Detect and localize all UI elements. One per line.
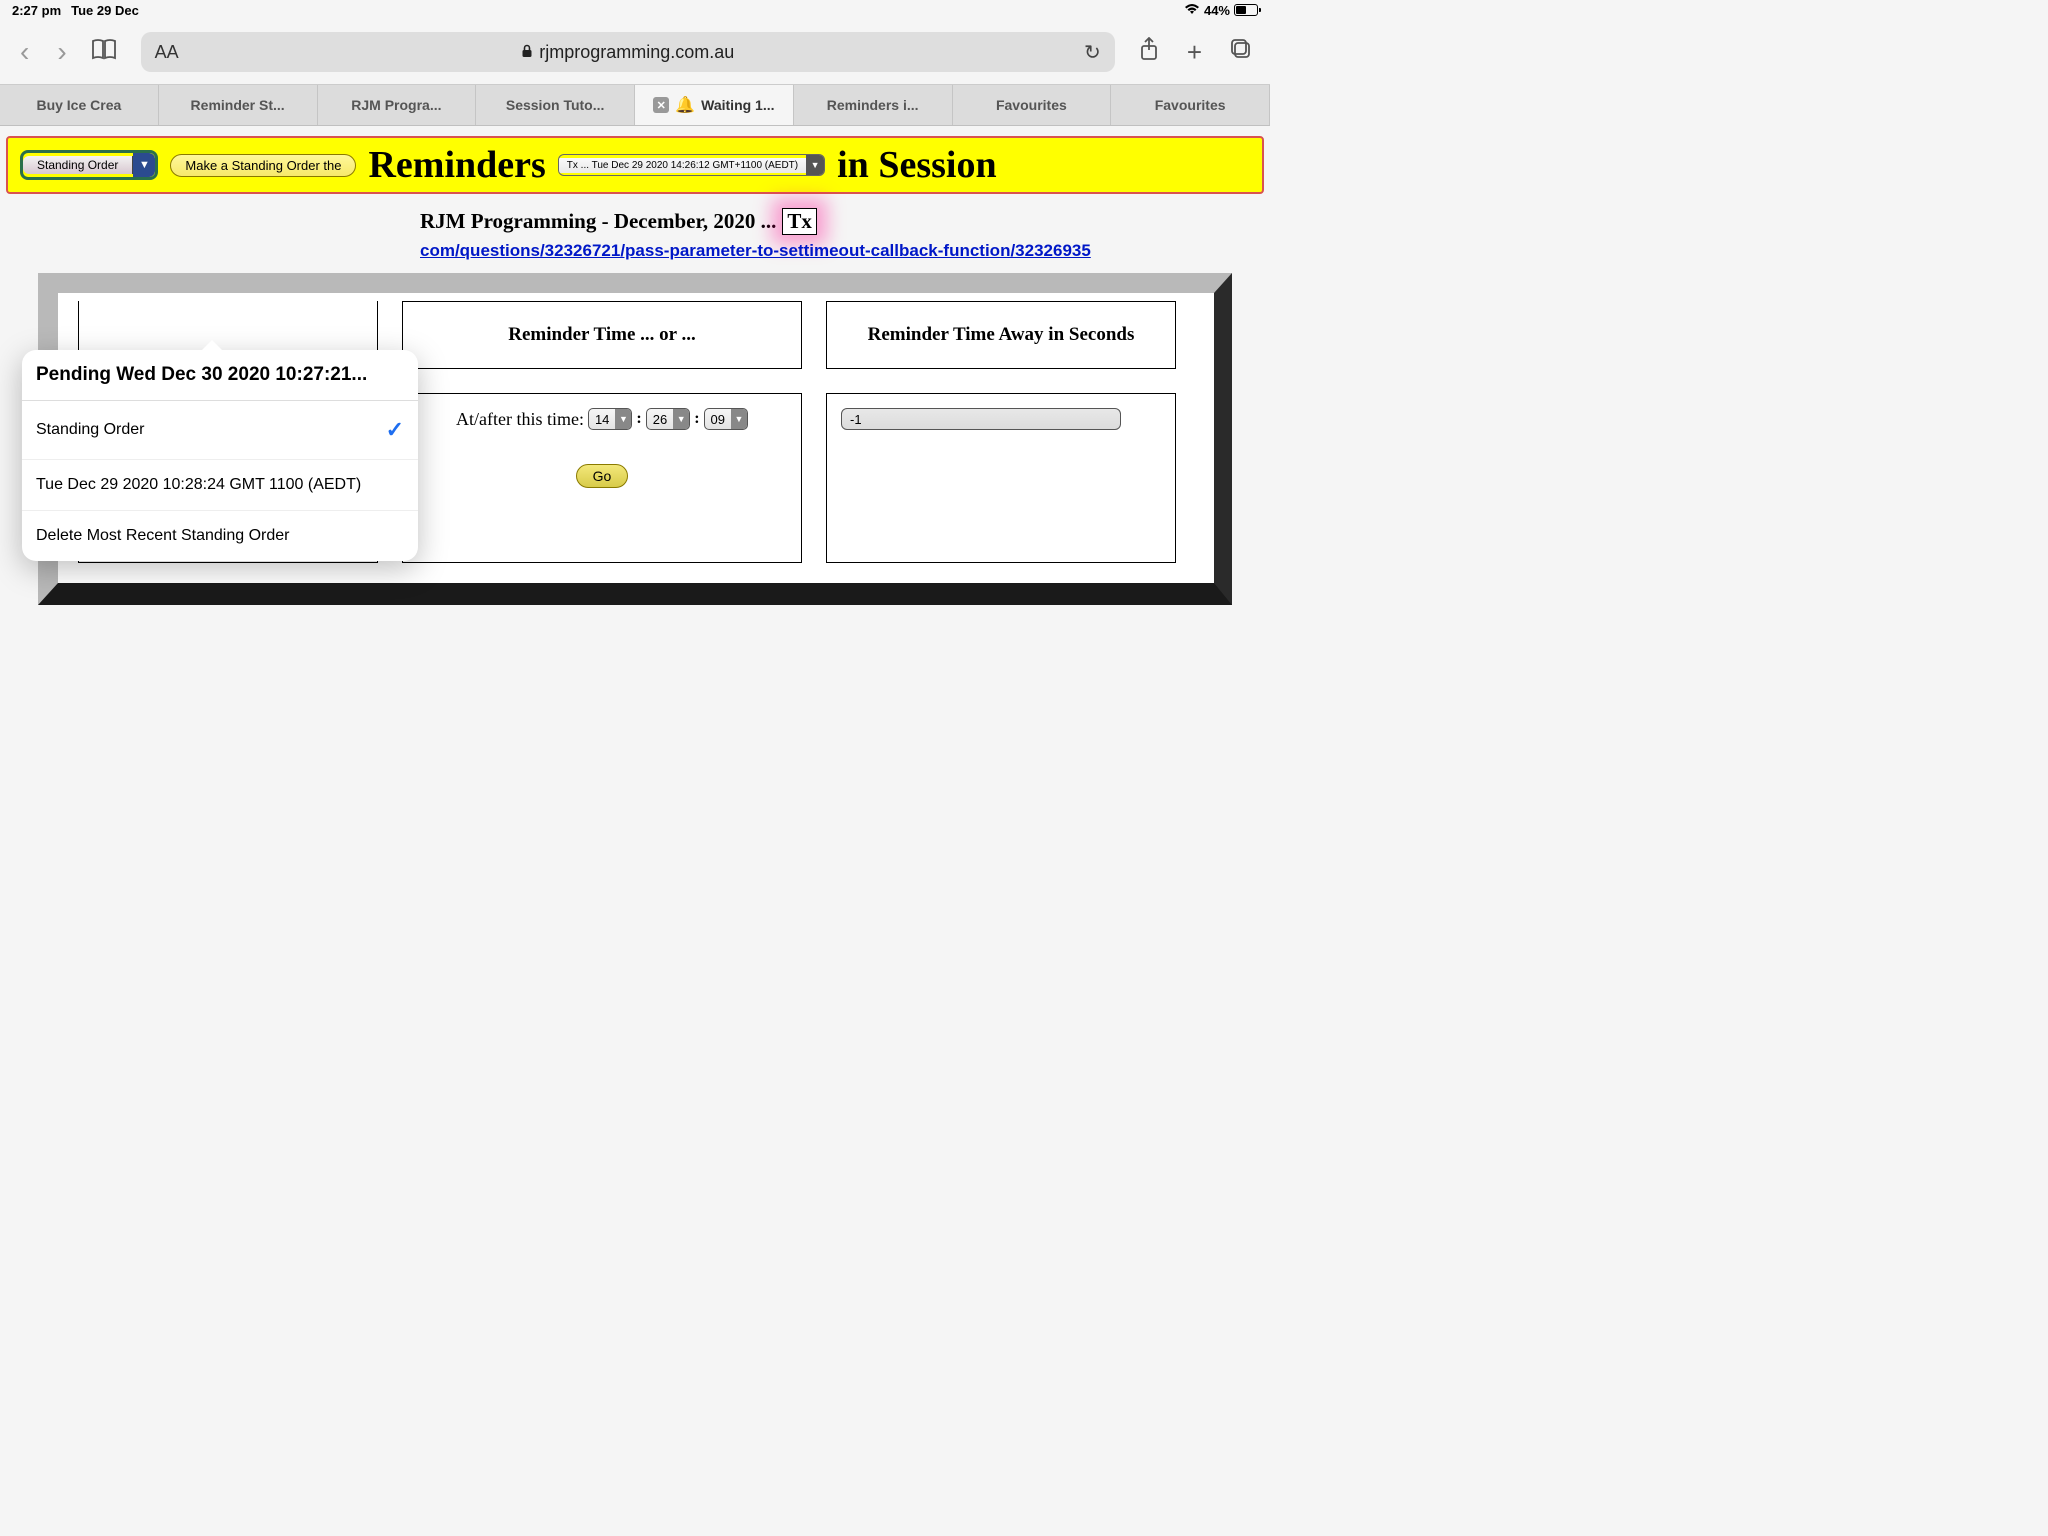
- wifi-icon: [1184, 3, 1200, 18]
- chevron-down-icon: ▼: [731, 409, 747, 429]
- tab-reminder-st[interactable]: Reminder St...: [159, 85, 318, 125]
- go-button[interactable]: Go: [576, 464, 629, 488]
- dropdown-popover: Pending Wed Dec 30 2020 10:27:21... Stan…: [22, 350, 418, 561]
- make-standing-order-button[interactable]: Make a Standing Order the: [170, 154, 356, 177]
- check-icon: ✓: [386, 417, 404, 443]
- back-button[interactable]: ‹: [20, 36, 29, 68]
- hour-select[interactable]: 14 ▼: [588, 408, 632, 430]
- chevron-down-icon: ▼: [673, 409, 689, 429]
- forward-button[interactable]: ›: [57, 36, 66, 68]
- header-reminder-time: Reminder Time ... or ...: [402, 301, 802, 369]
- header-seconds-away: Reminder Time Away in Seconds: [826, 301, 1176, 369]
- popover-item-delete[interactable]: Delete Most Recent Standing Order: [22, 511, 418, 561]
- standing-order-select[interactable]: Standing Order ▼: [20, 150, 158, 180]
- second-select[interactable]: 09 ▼: [704, 408, 748, 430]
- status-bar: 2:27 pm Tue 29 Dec 44%: [0, 0, 1270, 20]
- browser-toolbar: ‹ › AA rjmprogramming.com.au ↻ +: [0, 20, 1270, 84]
- bell-icon: 🔔: [675, 95, 695, 115]
- tx-box: Tx: [782, 208, 817, 235]
- address-bar[interactable]: AA rjmprogramming.com.au ↻: [141, 32, 1115, 72]
- reload-button[interactable]: ↻: [1084, 40, 1101, 65]
- tab-waiting[interactable]: ✕ 🔔 Waiting 1...: [635, 85, 794, 125]
- banner-word-in-session: in Session: [837, 143, 996, 187]
- popover-item-timestamp[interactable]: Tue Dec 29 2020 10:28:24 GMT 1100 (AEDT): [22, 460, 418, 511]
- chevron-down-icon: ▼: [133, 153, 155, 177]
- tab-session-tuto[interactable]: Session Tuto...: [476, 85, 635, 125]
- seconds-away-input[interactable]: [841, 408, 1121, 430]
- new-tab-icon[interactable]: +: [1187, 37, 1202, 68]
- status-time: 2:27 pm: [12, 3, 61, 18]
- url-text: rjmprogramming.com.au: [539, 42, 734, 63]
- time-cell: At/after this time: 14 ▼ : 26 ▼ : 09 ▼: [402, 393, 802, 563]
- tab-buy-ice[interactable]: Buy Ice Crea: [0, 85, 159, 125]
- chevron-down-icon: ▼: [615, 409, 631, 429]
- stackoverflow-link[interactable]: com/questions/32326721/pass-parameter-to…: [420, 241, 1091, 260]
- tab-favourites-1[interactable]: Favourites: [953, 85, 1112, 125]
- lock-icon: [521, 44, 533, 61]
- chevron-down-icon: ▼: [806, 155, 824, 175]
- tabs-icon[interactable]: [1230, 38, 1252, 66]
- minute-select[interactable]: 26 ▼: [646, 408, 690, 430]
- status-date: Tue 29 Dec: [71, 3, 139, 18]
- popover-header: Pending Wed Dec 30 2020 10:27:21...: [22, 350, 418, 401]
- tab-bar: Buy Ice Crea Reminder St... RJM Progra..…: [0, 84, 1270, 126]
- share-icon[interactable]: [1139, 37, 1159, 67]
- battery-percent: 44%: [1204, 3, 1230, 18]
- bookmarks-icon[interactable]: [91, 38, 117, 66]
- tab-reminders-i[interactable]: Reminders i...: [794, 85, 953, 125]
- seconds-cell: [826, 393, 1176, 563]
- close-icon[interactable]: ✕: [653, 97, 669, 113]
- banner-word-reminders: Reminders: [368, 143, 545, 187]
- tab-favourites-2[interactable]: Favourites: [1111, 85, 1270, 125]
- page-subtitle: RJM Programming - December, 2020 ... Tx: [0, 208, 1270, 235]
- time-label: At/after this time:: [456, 409, 584, 430]
- text-size-button[interactable]: AA: [155, 42, 179, 63]
- battery-icon: [1234, 4, 1258, 16]
- tab-rjm-progra[interactable]: RJM Progra...: [318, 85, 477, 125]
- popover-item-standing-order[interactable]: Standing Order ✓: [22, 401, 418, 460]
- timestamp-select[interactable]: Tx ... Tue Dec 29 2020 14:26:12 GMT+1100…: [558, 154, 825, 176]
- banner: Standing Order ▼ Make a Standing Order t…: [6, 136, 1264, 194]
